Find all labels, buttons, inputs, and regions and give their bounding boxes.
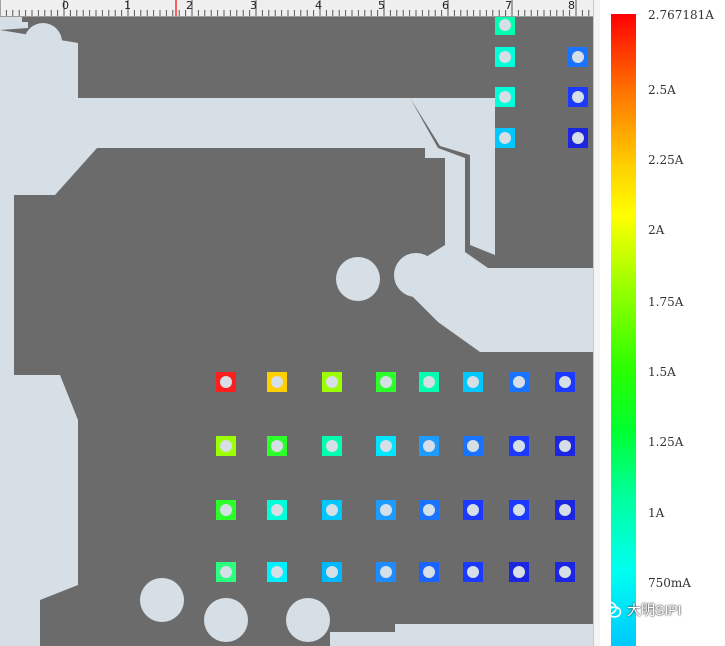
ruler-label-2: 2 — [186, 0, 193, 12]
via — [495, 87, 515, 107]
via — [322, 562, 342, 582]
via — [267, 562, 287, 582]
via — [267, 436, 287, 456]
panel-divider[interactable] — [593, 0, 600, 646]
via — [568, 47, 588, 67]
ruler-label-8: 8 — [568, 0, 575, 12]
via — [555, 436, 575, 456]
via — [267, 372, 287, 392]
via — [216, 500, 236, 520]
via — [495, 47, 515, 67]
ruler-label-7: 7 — [505, 0, 512, 12]
via — [568, 128, 588, 148]
legend-label-1-25a: 1.25A — [648, 435, 684, 449]
via — [509, 436, 529, 456]
ruler-label-4: 4 — [315, 0, 322, 12]
via — [376, 372, 396, 392]
via — [216, 436, 236, 456]
via — [267, 500, 287, 520]
copper-plane-top-block — [78, 22, 495, 98]
via — [419, 436, 439, 456]
via — [509, 500, 529, 520]
top-ruler: 0 1 2 3 4 5 6 7 8 — [0, 0, 593, 17]
via — [495, 128, 515, 148]
via — [555, 500, 575, 520]
ruler-label-5: 5 — [378, 0, 385, 12]
via — [419, 562, 439, 582]
via — [216, 372, 236, 392]
via — [555, 372, 575, 392]
watermark: 大明SIPI — [600, 600, 681, 620]
via — [463, 372, 483, 392]
via — [568, 87, 588, 107]
via — [509, 372, 529, 392]
via — [419, 500, 439, 520]
via — [216, 562, 236, 582]
wechat-icon — [600, 601, 622, 618]
legend-label-2-25a: 2.25A — [648, 153, 684, 167]
via — [376, 500, 396, 520]
current-colorbar — [611, 14, 636, 646]
ruler-label-1: 1 — [124, 0, 131, 12]
current-legend-panel: 2.767181A 2.5A 2.25A 2A 1.75A 1.5A 1.25A… — [600, 0, 725, 646]
via — [463, 436, 483, 456]
legend-label-1a: 1A — [648, 506, 665, 520]
via — [419, 372, 439, 392]
via — [322, 500, 342, 520]
legend-label-2-5a: 2.5A — [648, 83, 676, 97]
watermark-text: 大明SIPI — [627, 602, 682, 618]
legend-label-max: 2.767181A — [648, 8, 714, 22]
ruler-label-0: 0 — [62, 0, 69, 12]
via — [463, 562, 483, 582]
via — [495, 17, 515, 35]
ruler-label-6: 6 — [442, 0, 449, 12]
legend-label-1-75a: 1.75A — [648, 295, 684, 309]
via — [376, 436, 396, 456]
legend-label-750ma: 750mA — [648, 576, 691, 590]
via — [509, 562, 529, 582]
via — [322, 372, 342, 392]
legend-label-2a: 2A — [648, 223, 665, 237]
via — [555, 562, 575, 582]
via — [376, 562, 396, 582]
via — [322, 436, 342, 456]
legend-label-1-5a: 1.5A — [648, 365, 676, 379]
ruler-label-3: 3 — [250, 0, 257, 12]
pcb-canvas[interactable] — [0, 17, 593, 646]
via — [463, 500, 483, 520]
